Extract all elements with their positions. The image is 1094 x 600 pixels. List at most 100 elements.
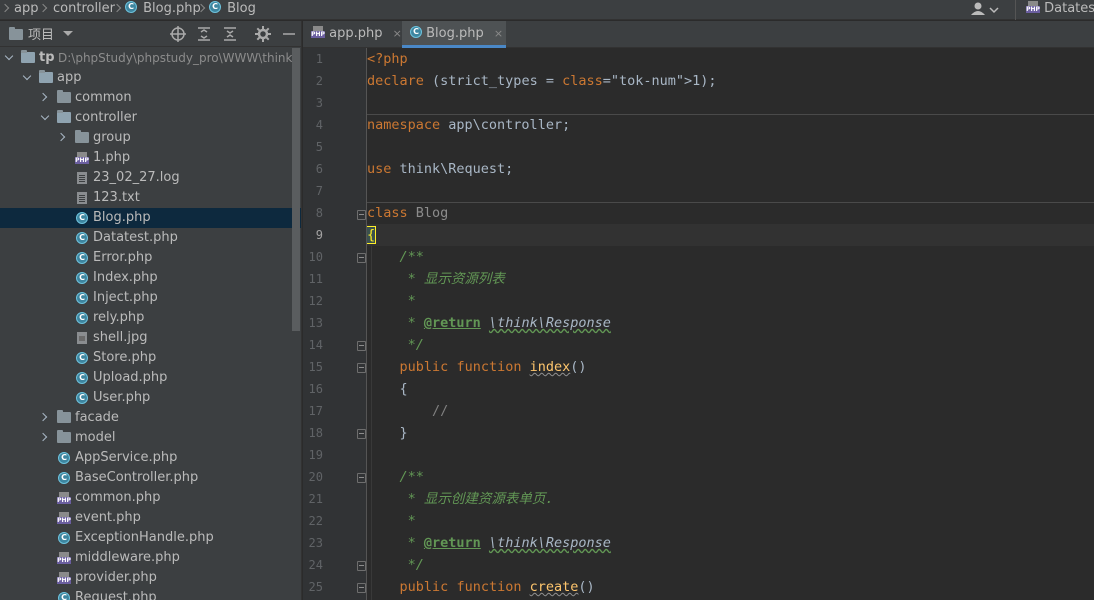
breadcrumb-app[interactable]: app [14,0,38,20]
tree-item-file[interactable]: AppService.php [0,448,301,468]
fold-marker-icon[interactable] [357,341,366,351]
code-line: } [367,425,408,441]
expand-all-icon[interactable] [195,25,213,43]
tab-app-php[interactable]: app.php × [303,21,402,48]
hide-panel-icon[interactable] [280,25,298,43]
tree-item-folder[interactable]: controller [0,108,301,128]
chevron-down-icon[interactable] [62,29,74,39]
tree-item-file[interactable]: provider.php [0,568,301,588]
chevron-right-icon[interactable] [40,94,47,101]
fold-marker-icon[interactable] [357,210,366,220]
tree-item-label: Upload.php [93,370,168,385]
fold-marker-icon[interactable] [357,561,366,571]
tree-item-label: Request.php [75,590,157,600]
tree-item-file[interactable]: 23_02_27.log [0,168,301,188]
line-number: 2 [315,74,323,88]
line-number-current: 9 [315,228,323,242]
tree-item-file-selected[interactable]: Blog.php [0,208,301,228]
fold-marker-icon[interactable] [357,473,366,483]
tree-item-file[interactable]: Inject.php [0,288,301,308]
line-number: 21 [308,492,323,506]
tree-item-path: D:\phpStudy\phpstudy_pro\WWW\thinkphp [58,51,302,65]
line-number: 17 [308,404,323,418]
class-c-icon [76,232,88,244]
tree-item-file[interactable]: ExceptionHandle.php [0,528,301,548]
collapse-all-icon[interactable] [221,25,239,43]
code-line: * @return \think\Response [367,315,611,331]
tree-item-file[interactable]: 1.php [0,148,301,168]
code-line-current: { [367,224,1094,246]
chevron-down-icon[interactable] [24,74,31,81]
tree-item-file[interactable]: common.php [0,488,301,508]
code-line: namespace app\controller; [367,117,571,133]
account-button[interactable] [968,0,1002,20]
tree-item-root[interactable]: tp D:\phpStudy\phpstudy_pro\WWW\thinkphp [0,48,302,68]
line-number: 16 [308,382,323,396]
tree-item-file[interactable]: Request.php [0,588,301,600]
tree-item-folder[interactable]: common [0,88,301,108]
php-file-icon [57,552,71,564]
close-icon[interactable]: × [494,21,503,47]
breadcrumb-controller[interactable]: controller [53,0,115,20]
php-file-icon [311,26,325,38]
line-number: 11 [308,272,323,286]
tree-item-file[interactable]: 123.txt [0,188,301,208]
project-folder-icon [9,27,23,40]
line-number: 25 [308,580,323,594]
php-file-icon [75,152,89,164]
project-view-title[interactable]: 项目 [28,24,54,43]
chevron-down-icon[interactable] [42,114,49,121]
tree-item-file[interactable]: event.php [0,508,301,528]
code-area[interactable]: <?php declare (strict_types = class="tok… [367,48,1094,600]
folder-icon [39,70,53,83]
tree-item-file[interactable]: rely.php [0,308,301,328]
close-icon[interactable]: × [393,21,402,47]
project-tool-window: 项目 tp D:\phpStudy\phpstudy_pro\WWW\think… [0,21,302,600]
tree-item-file[interactable]: shell.jpg [0,328,301,348]
tree-item-label: provider.php [75,570,157,585]
code-token: <?php [367,51,408,67]
fold-marker-icon[interactable] [357,363,366,373]
line-number: 14 [308,338,323,352]
code-line: * @return \think\Response [367,535,611,551]
line-number: 23 [308,536,323,550]
tree-item-folder[interactable]: group [0,128,301,148]
tree-item-file[interactable]: Datatest.php [0,228,301,248]
tab-blog-php[interactable]: Blog.php × [402,21,506,48]
fold-marker-icon[interactable] [357,583,366,593]
breadcrumb-blog-file[interactable]: Blog.php [125,0,201,20]
tree-item-file[interactable]: BaseController.php [0,468,301,488]
code-line: public function index() [399,359,587,375]
class-c-icon [76,252,88,264]
line-number: 12 [308,294,323,308]
chevron-down-icon[interactable] [6,54,13,61]
tree-item-file[interactable]: Store.php [0,348,301,368]
tree-item-file[interactable]: User.php [0,388,301,408]
user-icon [971,2,999,15]
fold-marker-icon[interactable] [357,429,366,439]
breadcrumb-blog-class[interactable]: Blog [209,0,256,20]
gear-icon[interactable] [254,25,272,43]
tree-item-label: event.php [75,510,141,525]
tree-item-folder[interactable]: model [0,428,301,448]
run-configuration-selector[interactable]: Datatest [1015,0,1094,20]
tree-item-file[interactable]: Index.php [0,268,301,288]
line-number-gutter[interactable]: 1 2 3 4 5 6 7 8 9 10 11 12 13 14 15 16 1… [303,48,367,600]
tree-item-label: group [93,130,131,145]
tree-item-label: app [57,70,82,85]
tree-item-file[interactable]: middleware.php [0,548,301,568]
tree-item-file[interactable]: Error.php [0,248,301,268]
chevron-right-icon[interactable] [58,134,65,141]
tree-item-folder[interactable]: facade [0,408,301,428]
locate-file-icon[interactable] [169,25,187,43]
class-c-icon [58,532,70,544]
fold-marker-icon[interactable] [357,253,366,263]
chevron-right-icon[interactable] [40,414,47,421]
project-tree-scrollbar[interactable] [292,48,300,331]
tree-item-file[interactable]: Upload.php [0,368,301,388]
chevron-right-icon[interactable] [40,434,47,441]
run-configuration-label: Datatest [1044,1,1094,16]
tree-item-folder[interactable]: app [0,68,301,88]
tree-item-label: shell.jpg [93,330,148,345]
